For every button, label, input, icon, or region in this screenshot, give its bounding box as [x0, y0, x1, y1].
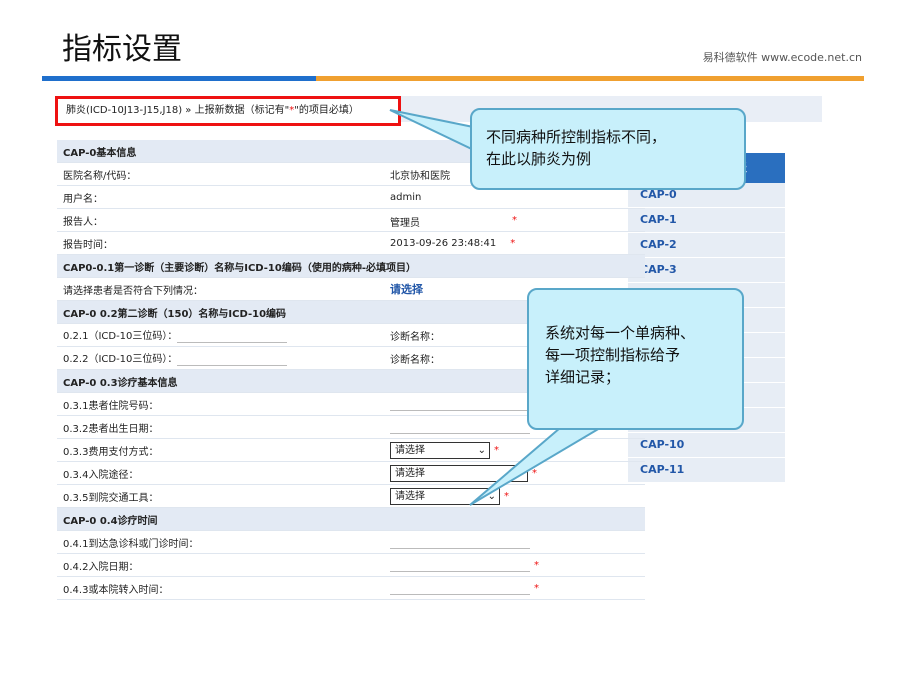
callout-line: 系统对每一个单病种、 — [545, 324, 696, 342]
callout-detailed-record: 系统对每一个单病种、 每一项控制指标给予 详细记录； — [527, 288, 744, 430]
callout-tails — [389, 109, 604, 506]
callout-line: 详细记录； — [545, 368, 621, 386]
callout-line: 在此以肺炎为例 — [486, 150, 592, 168]
callout-tail-2 — [469, 427, 604, 506]
callout-line: 不同病种所控制指标不同， — [486, 128, 667, 146]
callout-tail-1 — [389, 109, 479, 154]
callout-disease-indicators: 不同病种所控制指标不同， 在此以肺炎为例 — [470, 108, 746, 190]
callout-line: 每一项控制指标给予 — [545, 346, 681, 364]
